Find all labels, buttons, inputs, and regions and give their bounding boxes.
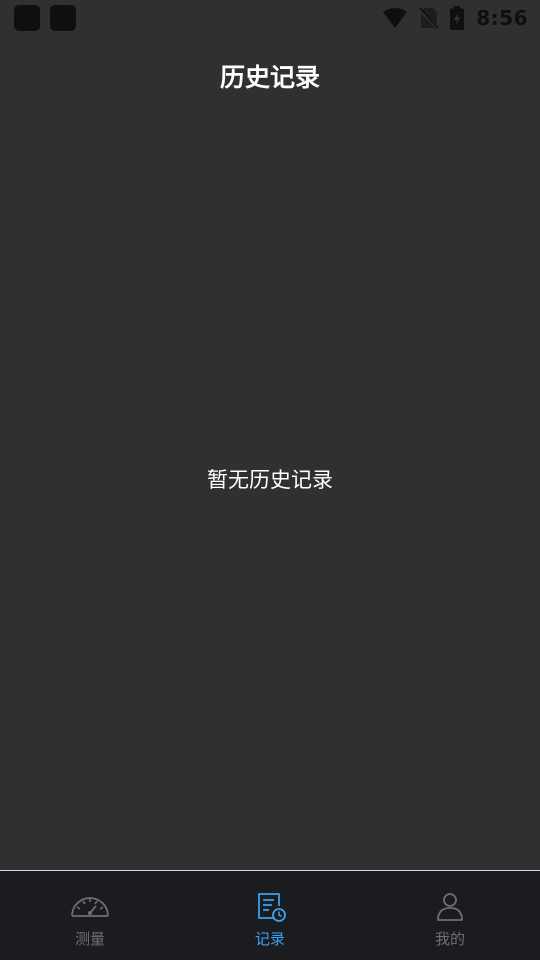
app-notification-icon	[50, 5, 76, 31]
nav-item-measure[interactable]: 测量	[0, 871, 180, 960]
app-notification-icon	[14, 5, 40, 31]
nav-label-records: 记录	[254, 930, 285, 948]
speedometer-icon	[71, 897, 109, 917]
status-indicators: 8:56	[382, 4, 528, 32]
screen: 8:56 历史记录 暂无历史记录 测量 记录 我的	[0, 0, 540, 960]
no-sim-icon	[418, 7, 441, 30]
nav-item-records[interactable]: 记录	[180, 871, 360, 960]
nav-label-measure: 测量	[74, 930, 105, 948]
status-bar: 8:56	[0, 0, 540, 36]
nav-item-mine[interactable]: 我的	[360, 871, 540, 960]
person-icon	[437, 893, 463, 921]
empty-state-message: 暂无历史记录	[207, 468, 333, 492]
status-time: 8:56	[476, 6, 528, 30]
page-title: 历史记录	[219, 63, 320, 92]
battery-charging-icon	[450, 6, 465, 30]
nav-label-mine: 我的	[434, 930, 465, 948]
wifi-icon	[383, 8, 408, 28]
record-clock-icon	[258, 893, 286, 922]
bottom-nav: 测量 记录 我的	[0, 870, 540, 960]
